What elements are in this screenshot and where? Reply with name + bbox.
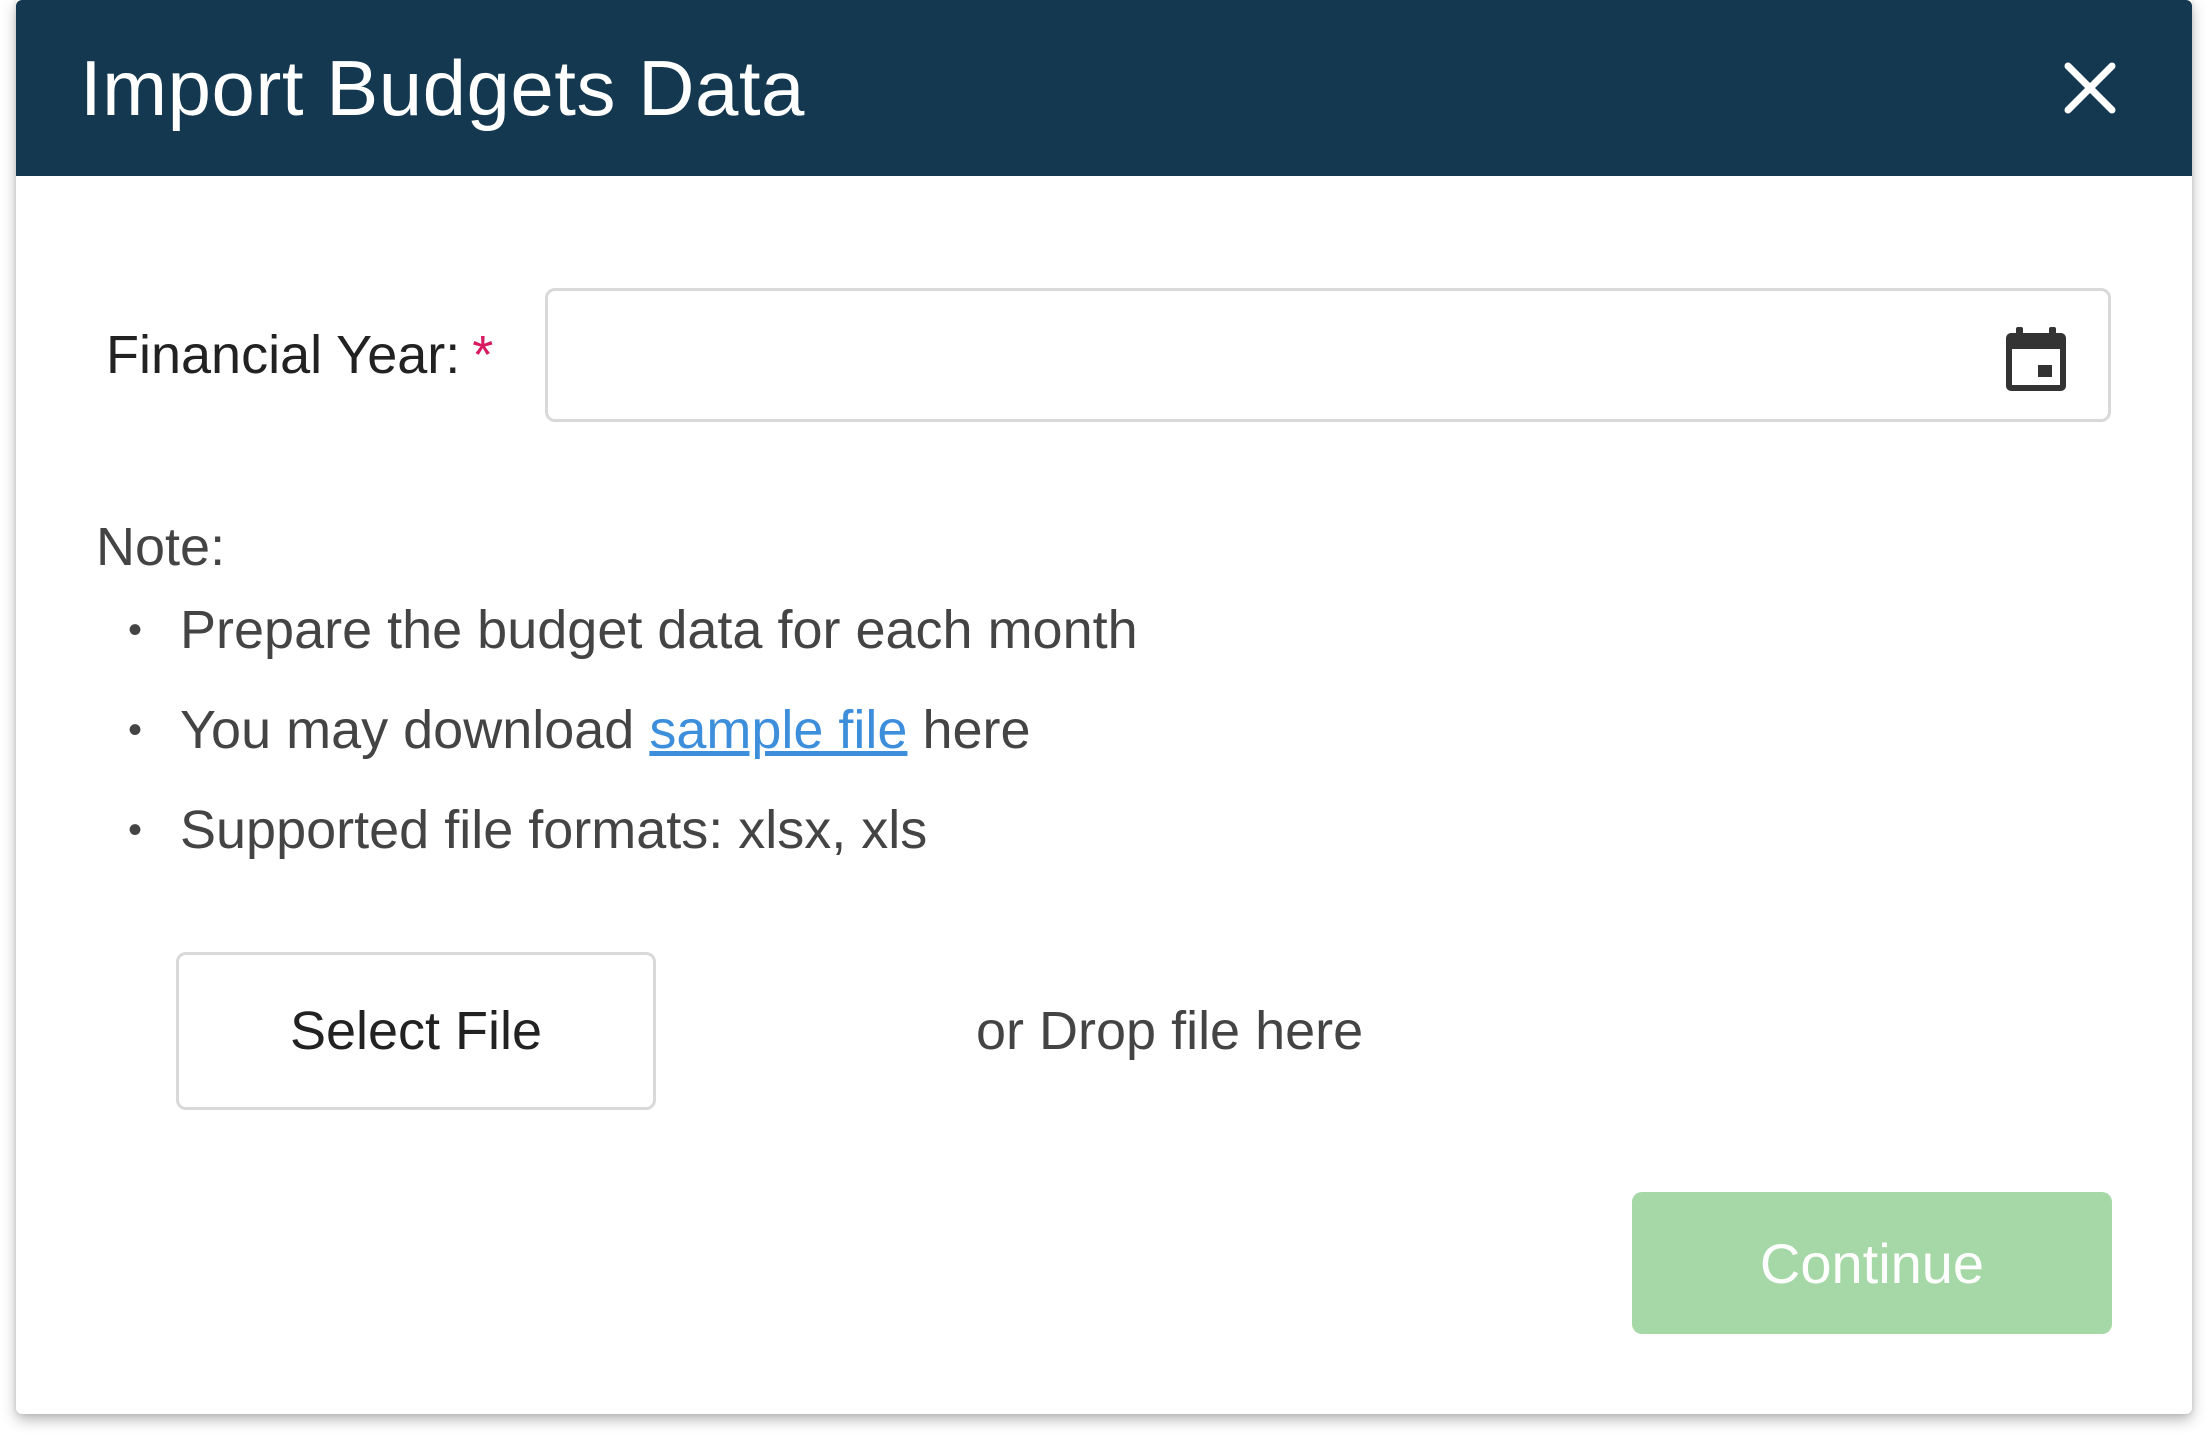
note-title: Note: xyxy=(96,517,226,577)
financial-year-label: Financial Year: * xyxy=(106,320,493,390)
dialog-title: Import Budgets Data xyxy=(80,44,805,132)
note-text-suffix: here xyxy=(907,700,1031,760)
bullet: • xyxy=(128,808,143,852)
sample-file-link[interactable]: sample file xyxy=(649,700,907,760)
calendar-icon[interactable] xyxy=(2002,325,2070,393)
select-file-button[interactable]: Select File xyxy=(176,952,656,1110)
financial-year-field[interactable] xyxy=(545,288,2111,422)
import-dialog: Import Budgets Data Financial Year: * Not… xyxy=(16,0,2192,1414)
note-text-prefix: You may download xyxy=(180,700,650,760)
bullet: • xyxy=(128,708,143,752)
financial-year-input[interactable] xyxy=(568,291,1972,421)
bullet: • xyxy=(128,608,143,652)
continue-button[interactable]: Continue xyxy=(1632,1192,2112,1334)
note-text: You may download sample file here xyxy=(180,690,1031,770)
financial-year-label-text: Financial Year: xyxy=(106,325,461,385)
note-text: Supported file formats: xlsx, xls xyxy=(180,800,928,860)
drop-zone-hint[interactable]: or Drop file here xyxy=(976,996,1363,1066)
dialog-header: Import Budgets Data xyxy=(16,0,2192,176)
close-icon[interactable] xyxy=(2050,48,2130,128)
required-mark: * xyxy=(472,325,494,385)
note-text: Prepare the budget data for each month xyxy=(180,600,1138,660)
